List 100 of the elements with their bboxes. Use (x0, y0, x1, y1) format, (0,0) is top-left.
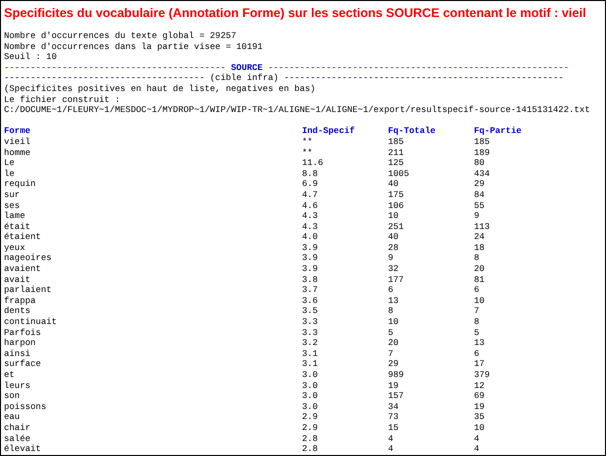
table-cell: 28 (388, 242, 399, 253)
table-cell: 434 (474, 168, 490, 179)
dashed-rule: ----------------------------------------------------- (284, 73, 564, 84)
table-cell: 6 (474, 285, 480, 296)
table-cell: 6.9 (302, 179, 318, 190)
table-cell: 13 (388, 296, 399, 306)
table-cell: nageoires (4, 253, 52, 264)
column-header: Fq-Totale (388, 126, 436, 136)
table-cell: 11.6 (302, 158, 324, 168)
table-cell: harpon (4, 338, 36, 348)
table-cell: 3.0 (302, 391, 318, 402)
table-cell: et (4, 370, 15, 380)
table-cell: 175 (388, 190, 404, 200)
table-cell: 3.9 (302, 242, 318, 253)
table-cell: 4.7 (302, 190, 318, 200)
table-cell: 189 (474, 148, 490, 158)
table-cell: 17 (474, 359, 485, 370)
table-cell: 113 (474, 222, 490, 232)
table-cell: frappa (4, 296, 36, 306)
table-cell: 106 (388, 200, 404, 210)
dashed-rule: ------------------------------------------ (4, 62, 226, 74)
table-cell: 24 (474, 232, 485, 242)
table-cell: 3.3 (302, 328, 318, 338)
table-cell: 34 (388, 402, 399, 412)
table-cell: 29 (474, 179, 485, 190)
table-cell: ainsi (4, 348, 30, 359)
table-cell: 3.9 (302, 253, 318, 264)
table-cell: 8 (474, 317, 480, 328)
page-title: Specificites du vocabulaire (Annotation Forme) sur les sections SOURCE contenant le motif : vieil (4, 5, 588, 22)
table-cell: 40 (388, 179, 399, 190)
table-cell: 5 (474, 328, 480, 338)
table-cell: 5 (388, 328, 394, 338)
table-cell: élevait (4, 444, 41, 454)
table-cell: 84 (474, 190, 485, 200)
table-cell: 13 (474, 338, 485, 348)
table-cell: 8 (474, 253, 480, 264)
table-cell: 3.0 (302, 380, 318, 391)
table-cell: 9 (388, 253, 394, 264)
table-cell: 15 (388, 422, 399, 433)
table-cell: avait (4, 274, 30, 285)
table-cell: vieil (4, 136, 30, 147)
table-cell: 73 (388, 412, 399, 422)
table-cell: 3.6 (302, 296, 318, 306)
table-cell: 7 (474, 306, 480, 316)
table-cell: 379 (474, 370, 490, 380)
table-cell: 4 (474, 444, 480, 454)
note-line: (Specificites positives en haut de liste, negatives en bas) (4, 84, 316, 95)
section-label: (cible infra) (208, 73, 280, 84)
table-cell: dents (4, 306, 30, 316)
table-cell: ses (4, 200, 20, 210)
table-cell: 3.0 (302, 402, 318, 412)
table-cell: 185 (388, 136, 404, 147)
table-cell: 211 (388, 148, 404, 158)
table-cell: 177 (388, 274, 404, 285)
table-cell: 20 (474, 264, 485, 274)
table-cell: 2.8 (302, 444, 318, 454)
table-cell: ** (302, 136, 313, 147)
table-cell: 81 (474, 274, 485, 285)
table-cell: 18 (474, 242, 485, 253)
table-cell: 3.2 (302, 338, 318, 348)
table-cell: 3.1 (302, 359, 318, 370)
table-cell: 4 (388, 434, 394, 444)
dashed-rule: --------------------------------------------------------- (268, 62, 569, 74)
table-cell: homme (4, 148, 30, 158)
table-cell: 185 (474, 136, 490, 147)
table-cell: 19 (388, 380, 399, 391)
dashed-rule: -------------------------------------- (4, 73, 205, 84)
table-cell: 1005 (388, 168, 410, 179)
table-cell: 3.9 (302, 264, 318, 274)
table-cell: son (4, 391, 20, 402)
info-line: Seuil : 10 (4, 52, 57, 63)
table-cell: 6 (388, 285, 394, 296)
table-cell: ** (302, 148, 313, 158)
table-cell: 3.0 (302, 370, 318, 380)
table-cell: lame (4, 211, 26, 222)
table-cell: 4.3 (302, 222, 318, 232)
table-cell: 12 (474, 380, 485, 391)
table-cell: requin (4, 179, 36, 190)
table-cell: eau (4, 412, 20, 422)
table-cell: 10 (388, 317, 399, 328)
table-cell: continuait (4, 317, 57, 328)
table-cell: 55 (474, 200, 485, 210)
table-cell: 125 (388, 158, 404, 168)
table-cell: 35 (474, 412, 485, 422)
table-cell: était (4, 222, 30, 232)
table-cell: sur (4, 190, 20, 200)
table-cell: poissons (4, 402, 46, 412)
table-cell: 3.8 (302, 274, 318, 285)
table-cell: 8.8 (302, 168, 318, 179)
table-cell: 6 (474, 348, 480, 359)
table-cell: 9 (474, 211, 480, 222)
table-cell: 80 (474, 158, 485, 168)
note-line: C:/DOCUME~1/FLEURY~1/MESDOC~1/MYDROP~1/WIP/WIP-TR~1/ALIGNE~1/ALIGNE~1/export/resultspecif-source-1415131422.txt (4, 105, 590, 116)
table-cell: 10 (388, 211, 399, 222)
table-cell: 3.7 (302, 285, 318, 296)
table-cell: 3.3 (302, 317, 318, 328)
table-cell: 4 (388, 444, 394, 454)
table-cell: 40 (388, 232, 399, 242)
table-cell: Parfois (4, 328, 41, 338)
table-cell: 4.3 (302, 211, 318, 222)
